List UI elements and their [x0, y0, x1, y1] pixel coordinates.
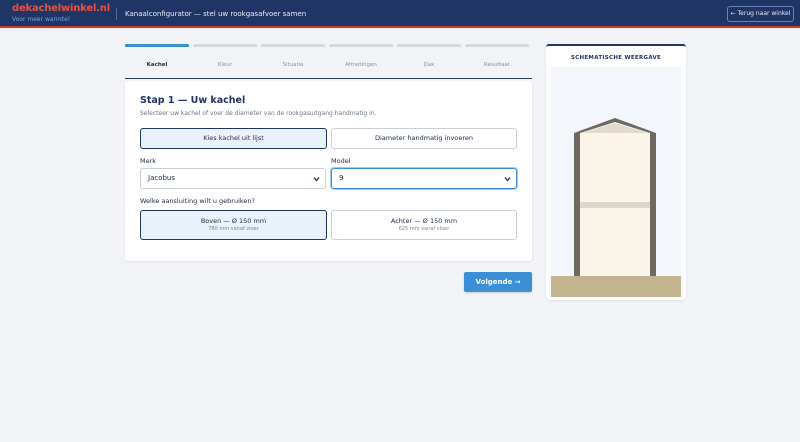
option-label: Kies kachel uit lijst [203, 134, 264, 142]
house-schematic [551, 67, 681, 297]
header-divider [116, 8, 117, 20]
step-situatie[interactable]: Situatie [261, 44, 325, 72]
option-title: Achter — Ø 150 mm [390, 217, 458, 225]
top-bar: dekachelwinkel.nl Voor meer warmte! Kana… [0, 0, 800, 28]
model-select[interactable]: 9 [331, 168, 517, 189]
step-title: Stap 1 — Uw kachel [140, 95, 246, 106]
step-resultaat[interactable]: Resultaat [465, 44, 529, 72]
step-label: Resultaat [484, 62, 510, 68]
brand-select-value: Jacobus [148, 174, 176, 182]
step-card: Stap 1 — Uw kachel Selecteer uw kachel o… [125, 81, 532, 261]
step-bar [397, 44, 461, 47]
step-label: Afmetingen [345, 62, 377, 68]
brand-logo[interactable]: dekachelwinkel.nl Voor meer warmte! [12, 3, 110, 24]
step-dak[interactable]: Dak [397, 44, 461, 72]
step-bar [193, 44, 257, 47]
connection-top-option[interactable]: Boven — Ø 150 mm 780 mm vanaf vloer [140, 210, 327, 240]
right-wall [650, 133, 656, 276]
step-bar [125, 44, 189, 47]
ground [551, 276, 681, 297]
left-wall [574, 133, 580, 276]
step-kleur[interactable]: Kleur [193, 44, 257, 72]
step-intro: Selecteer uw kachel of voer de diameter … [140, 110, 377, 117]
step-kachel[interactable]: Kachel [125, 44, 189, 72]
chevron-down-icon [504, 177, 511, 182]
step-label: Kleur [217, 62, 233, 68]
brand-name: dekachelwinkel.nl [12, 3, 110, 14]
connection-rear-option[interactable]: Achter — Ø 150 mm 625 mm vanaf vloer [331, 210, 517, 240]
option-label: Diameter handmatig invoeren [374, 134, 474, 142]
step-bar [329, 44, 393, 47]
model-label: Model [331, 157, 351, 165]
step-label: Dak [423, 62, 435, 68]
option-subtitle: 780 mm vanaf vloer [208, 226, 259, 232]
option-title: Boven — Ø 150 mm [200, 217, 267, 225]
brand-select[interactable]: Jacobus [140, 168, 326, 189]
step-label: Kachel [146, 62, 168, 68]
model-select-value: 9 [339, 174, 344, 182]
step-label: Situatie [282, 62, 304, 68]
page-subtitle: Kanaalconfigurator — stel uw rookgasafvo… [125, 10, 307, 18]
next-button[interactable]: Volgende → [464, 272, 532, 292]
schematic-title: SCHEMATISCHE WEERGAVE [570, 55, 662, 61]
choose-from-list-option[interactable]: Kies kachel uit lijst [140, 128, 327, 149]
option-subtitle: 625 mm vanaf vloer [398, 226, 450, 232]
step-afmetingen[interactable]: Afmetingen [329, 44, 393, 72]
schematic-panel: SCHEMATISCHE WEERGAVE [546, 44, 686, 300]
brand-label: Merk [140, 157, 157, 165]
steps-divider [125, 78, 532, 79]
connection-question: Welke aansluiting wilt u gebruiken? [140, 197, 255, 205]
step-bar [261, 44, 325, 47]
step-bar [465, 44, 529, 47]
manual-diameter-option[interactable]: Diameter handmatig invoeren [331, 128, 517, 149]
chevron-down-icon [313, 177, 320, 182]
brand-tagline: Voor meer warmte! [12, 16, 71, 23]
step-progress: Kachel Kleur Situatie Afmetingen Dak Res… [125, 44, 532, 72]
floor-slab [580, 202, 650, 208]
back-to-shop-button[interactable]: ← Terug naar winkel [727, 6, 794, 22]
